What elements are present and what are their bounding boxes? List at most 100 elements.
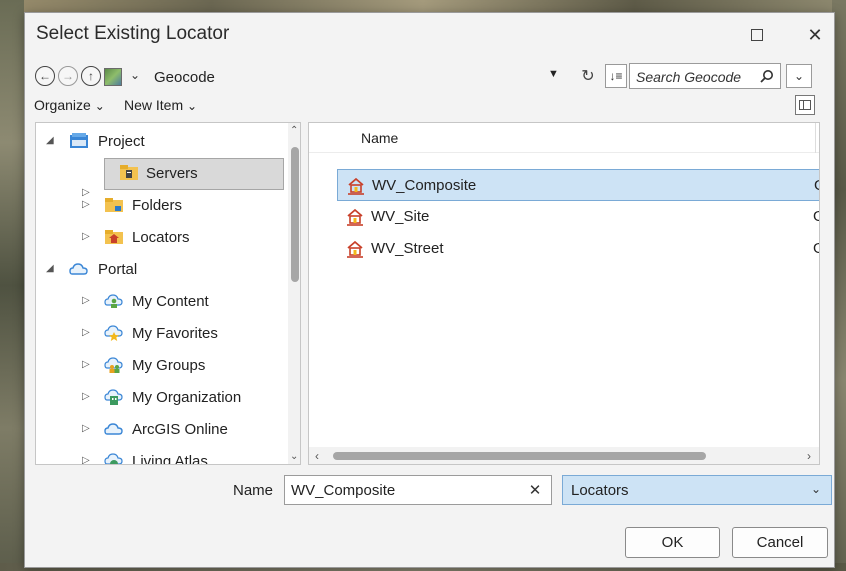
tree-collapsed-icon[interactable]: ▷ <box>82 199 90 210</box>
tree-collapsed-icon[interactable]: ▷ <box>82 359 90 370</box>
scroll-down-icon[interactable]: ⌄ <box>290 451 298 462</box>
tree-item-folders[interactable]: ▷ Folders <box>36 190 286 222</box>
chevron-down-icon: ⌄ <box>187 99 198 113</box>
file-name: WV_Street <box>371 240 444 257</box>
file-row-wv-composite[interactable]: WV_Composite Ge <box>337 169 819 201</box>
up-arrow-icon: ↑ <box>88 69 94 83</box>
my-favorites-icon <box>104 324 124 342</box>
tree-label-my-favorites: My Favorites <box>132 325 218 342</box>
tree-label-my-organization: My Organization <box>132 389 242 406</box>
chevron-down-icon: ⌄ <box>811 482 822 496</box>
file-row-wv-street[interactable]: WV_Street Ge <box>337 233 819 265</box>
tree-item-my-favorites[interactable]: ▷ My Favorites <box>36 318 286 350</box>
tree-collapsed-icon[interactable]: ▷ <box>82 231 90 242</box>
location-thumbnail-icon <box>104 68 122 86</box>
my-content-icon <box>104 292 124 310</box>
back-button[interactable]: ← <box>35 66 55 86</box>
file-row-wv-site[interactable]: WV_Site Ge <box>337 201 819 233</box>
sort-icon: ↓≡ <box>609 69 623 83</box>
tree-item-my-content[interactable]: ▷ My Content <box>36 286 286 318</box>
scroll-left-icon[interactable]: ‹ <box>315 449 319 463</box>
tree-item-living-atlas[interactable]: ▷ Living Atlas <box>36 446 286 465</box>
tree-collapsed-icon[interactable]: ▷ <box>82 455 90 464</box>
select-locator-dialog: Select Existing Locator ✕ ← → ↑ ⌄ Geocod… <box>24 12 835 568</box>
sort-button[interactable]: ↓≡ <box>605 64 627 88</box>
file-type: Ge <box>813 240 819 257</box>
file-type: Ge <box>813 208 819 225</box>
view-options-button[interactable] <box>795 95 815 115</box>
navigation-tree-pane: ◢ Project Servers ▷ ▷ Folders ▷ Locators… <box>35 122 301 465</box>
search-options-button[interactable]: ⌄ <box>786 64 812 88</box>
close-button[interactable]: ✕ <box>795 21 835 49</box>
my-groups-icon <box>104 356 124 374</box>
search-icon[interactable] <box>756 67 778 87</box>
file-horizontal-scrollbar[interactable]: ‹ › <box>309 447 819 464</box>
tree-label-my-content: My Content <box>132 293 209 310</box>
search-input[interactable] <box>636 67 754 86</box>
tree-collapsed-icon[interactable]: ▷ <box>82 391 90 402</box>
location-path-box[interactable]: ⌄ Geocode ▼ <box>101 63 565 89</box>
tree-label-folders: Folders <box>132 197 183 214</box>
title-bar: Select Existing Locator ✕ <box>25 13 834 57</box>
chevron-down-icon: ⌄ <box>793 69 805 83</box>
close-icon: ✕ <box>807 24 823 45</box>
up-button[interactable]: ↑ <box>81 66 101 86</box>
tree-item-project[interactable]: ◢ Project <box>36 126 286 158</box>
refresh-icon: ↻ <box>581 68 595 85</box>
tree-collapsed-icon[interactable]: ▷ <box>82 423 90 434</box>
tree-expanded-icon[interactable]: ◢ <box>46 135 54 146</box>
cancel-button[interactable]: Cancel <box>732 527 828 558</box>
living-atlas-icon <box>104 452 124 464</box>
tree-label-arcgis-online: ArcGIS Online <box>132 421 228 438</box>
toolbar: Organize ⌄ New Item ⌄ <box>25 95 834 117</box>
filter-type-select[interactable]: Locators ⌄ <box>562 475 832 505</box>
chevron-down-icon[interactable]: ⌄ <box>130 68 140 82</box>
servers-folder-icon <box>119 164 139 182</box>
column-divider[interactable] <box>815 123 816 153</box>
navigation-bar: ← → ↑ ⌄ Geocode ▼ ↻ ↓≡ Search Geocode ⌄ <box>25 63 834 91</box>
refresh-button[interactable]: ↻ <box>577 65 599 87</box>
portal-cloud-icon <box>69 260 89 278</box>
file-type: Ge <box>814 177 819 194</box>
tree-collapsed-icon[interactable]: ▷ <box>82 295 90 306</box>
view-grid-icon <box>799 100 811 110</box>
file-scroll-thumb[interactable] <box>333 452 706 460</box>
column-header-name[interactable]: Name <box>361 130 398 146</box>
tree-item-locators[interactable]: ▷ Locators <box>36 222 286 254</box>
maximize-button[interactable] <box>737 21 777 49</box>
clear-name-button[interactable]: ✕ <box>525 480 545 500</box>
tree-item-my-organization[interactable]: ▷ My Organization <box>36 382 286 414</box>
path-dropdown-icon[interactable]: ▼ <box>548 68 559 80</box>
tree-item-servers[interactable]: Servers <box>104 158 284 190</box>
folders-icon <box>104 196 124 214</box>
my-organization-icon <box>104 388 124 406</box>
forward-arrow-icon: → <box>62 69 74 83</box>
tree-scroll-thumb[interactable] <box>291 147 299 282</box>
tree-label-living-atlas: Living Atlas <box>132 453 208 465</box>
tree-label-portal: Portal <box>98 261 138 278</box>
column-header: Name Ty <box>309 123 819 153</box>
name-field[interactable]: ✕ <box>284 475 552 505</box>
name-input[interactable] <box>291 480 511 500</box>
arcgis-online-cloud-icon <box>104 420 124 438</box>
tree-vertical-scrollbar[interactable]: ⌃ ⌄ <box>288 123 300 464</box>
locator-icon <box>345 207 365 227</box>
location-path-text: Geocode <box>154 69 215 86</box>
new-item-menu[interactable]: New Item ⌄ <box>124 97 197 113</box>
ok-button[interactable]: OK <box>625 527 720 558</box>
back-arrow-icon: ← <box>39 69 51 83</box>
maximize-icon <box>751 29 763 41</box>
tree-item-portal[interactable]: ◢ Portal <box>36 254 286 286</box>
tree-collapsed-icon[interactable]: ▷ <box>82 327 90 338</box>
organize-menu[interactable]: Organize ⌄ <box>34 97 105 113</box>
scroll-up-icon[interactable]: ⌃ <box>290 125 298 136</box>
tree-item-arcgis-online[interactable]: ▷ ArcGIS Online <box>36 414 286 446</box>
locator-icon <box>345 239 365 259</box>
tree-expanded-icon[interactable]: ◢ <box>46 263 54 274</box>
tree-label-my-groups: My Groups <box>132 357 206 374</box>
forward-button[interactable]: → <box>58 66 78 86</box>
scroll-right-icon[interactable]: › <box>807 449 811 463</box>
search-box[interactable] <box>629 63 781 89</box>
tree-item-my-groups[interactable]: ▷ My Groups <box>36 350 286 382</box>
organize-label: Organize <box>34 97 91 113</box>
